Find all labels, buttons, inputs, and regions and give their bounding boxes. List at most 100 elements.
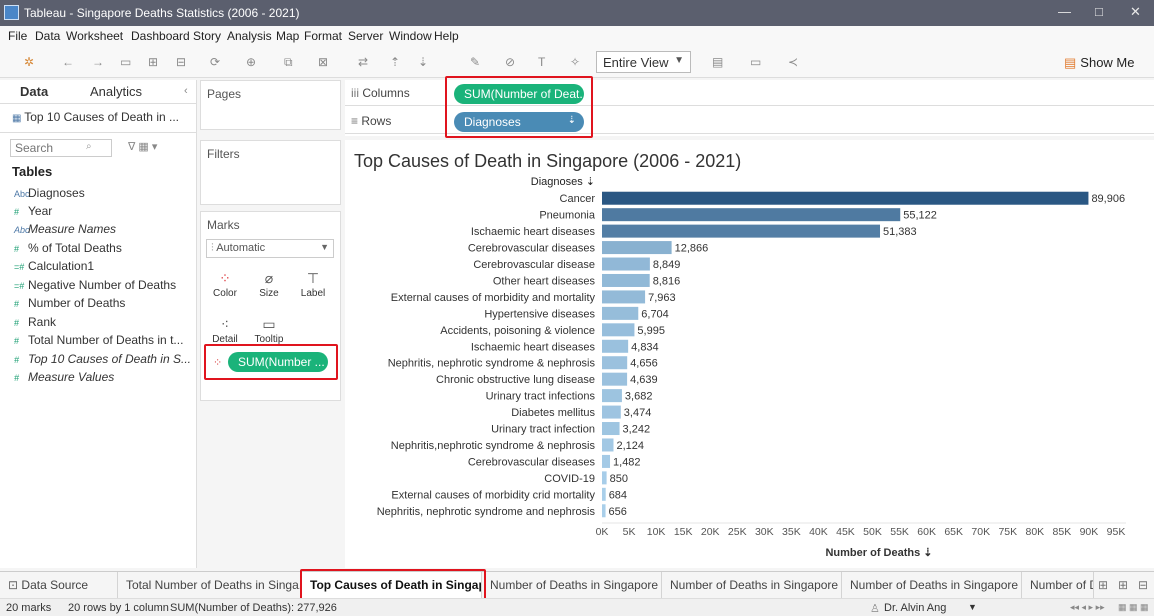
bar[interactable] [602, 487, 606, 501]
field-item[interactable]: AbcMeasure Names [14, 222, 116, 236]
tab-sheet[interactable]: Number of Deaths in Singapore ... [842, 572, 1022, 598]
label-button[interactable]: ⊤ Label [294, 262, 332, 306]
menu-window[interactable]: Window [389, 29, 432, 43]
color-button[interactable]: ⁘ Color [206, 262, 244, 306]
menu-dashboard[interactable]: Dashboard [131, 29, 190, 43]
new-worksheet-icon[interactable]: ⊕ [246, 55, 256, 69]
new-story-icon[interactable]: ⊟ [1138, 578, 1148, 592]
chevron-down-icon[interactable]: ▼ [968, 602, 977, 612]
redo-icon[interactable]: → [92, 55, 104, 69]
field-item[interactable]: # Rank [14, 315, 56, 329]
highlight-box [300, 569, 486, 600]
field-item[interactable]: =# Negative Number of Deaths [14, 278, 176, 292]
highlight-icon[interactable]: ✎ [470, 55, 480, 69]
bar[interactable] [602, 257, 650, 271]
field-item[interactable]: AbcDiagnoses [14, 186, 85, 200]
menu-map[interactable]: Map [276, 29, 299, 43]
sheet-nav-icon[interactable]: ◂◂ ◂ ▸ ▸▸ [1070, 602, 1105, 613]
menu-data[interactable]: Data [35, 29, 60, 43]
menu-story[interactable]: Story [193, 29, 221, 43]
bar[interactable] [602, 471, 607, 485]
field-item[interactable]: # % of Total Deaths [14, 241, 122, 255]
view-mode-icon[interactable]: ▦ ▦ ▦ [1118, 602, 1149, 613]
field-item[interactable]: # Measure Values [14, 370, 114, 384]
tab-sheet[interactable]: Number of De... [1022, 572, 1094, 598]
data-pane-tabs: Data Analytics ‹ [0, 80, 197, 104]
bar[interactable] [602, 405, 621, 419]
bar[interactable] [602, 191, 1089, 205]
data-source-item[interactable]: ▦ Top 10 Causes of Death in ... [12, 110, 179, 124]
undo-icon[interactable]: ← [62, 55, 74, 69]
show-labels-icon[interactable]: T [538, 55, 545, 69]
bar-value-label: 51,383 [883, 226, 917, 238]
menu-server[interactable]: Server [348, 29, 383, 43]
new-data-source-icon[interactable]: ⊞ [148, 55, 158, 69]
tab-sheet[interactable]: Number of Deaths in Singapore ... [482, 572, 662, 598]
bar[interactable] [602, 372, 628, 386]
sort-descending-icon[interactable]: ⇣ [418, 55, 428, 69]
bar[interactable] [602, 323, 635, 337]
maximize-icon[interactable]: □ [1095, 4, 1103, 19]
bar[interactable] [602, 389, 622, 403]
save-icon[interactable]: ▭ [120, 55, 131, 69]
field-item[interactable]: # Top 10 Causes of Death in S... [14, 352, 191, 366]
tab-data[interactable]: Data [20, 84, 48, 99]
new-dashboard-icon[interactable]: ⊞ [1118, 578, 1128, 592]
minimize-icon[interactable]: — [1058, 4, 1071, 19]
duplicate-sheet-icon[interactable]: ⧉ [284, 55, 293, 70]
field-item[interactable]: # Number of Deaths [14, 296, 125, 310]
share-icon[interactable]: ≺ [788, 55, 798, 69]
sort-ascending-icon[interactable]: ⇡ [390, 55, 400, 69]
bar[interactable] [602, 454, 611, 468]
pages-title: Pages [207, 87, 242, 101]
filter-icon[interactable]: ∇ ▦ ▾ [128, 140, 157, 153]
close-icon[interactable]: ✕ [1130, 4, 1141, 20]
field-item[interactable]: =# Calculation1 [14, 259, 94, 273]
status-user[interactable]: Dr. Alvin Ang [884, 602, 946, 614]
menu-analysis[interactable]: Analysis [227, 29, 272, 43]
search-input[interactable] [10, 139, 112, 157]
tableau-app-icon [4, 5, 19, 20]
bar[interactable] [602, 356, 628, 370]
bar[interactable] [602, 273, 650, 287]
bar[interactable] [602, 290, 646, 304]
bar[interactable] [602, 208, 901, 222]
collapse-pane-icon[interactable]: ‹ [184, 85, 188, 97]
search-icon[interactable]: ⌕ [86, 141, 92, 152]
fit-view-dropdown[interactable]: Entire View ▼ [596, 51, 691, 73]
tab-analytics[interactable]: Analytics [90, 84, 142, 99]
menu-file[interactable]: File [8, 29, 27, 43]
mark-type-dropdown[interactable]: ⫶ Automatic ▼ [206, 239, 334, 258]
group-icon[interactable]: ⊘ [505, 55, 515, 69]
new-worksheet-icon[interactable]: ⊞ [1098, 578, 1108, 592]
presentation-icon[interactable]: ▭ [750, 55, 761, 69]
menu-help[interactable]: Help [434, 29, 459, 43]
menu-format[interactable]: Format [304, 29, 342, 43]
tab-sheet[interactable]: Number of Deaths in Singapore ... [662, 572, 842, 598]
bar[interactable] [602, 241, 672, 255]
tab-sheet[interactable]: Total Number of Deaths in Singa... [118, 572, 302, 598]
pause-updates-icon[interactable]: ⊟ [176, 55, 186, 69]
fix-axes-icon[interactable]: ✧ [570, 55, 580, 69]
size-button[interactable]: ⌀ Size [250, 262, 288, 306]
show-cards-icon[interactable]: ▤ [712, 55, 723, 69]
pages-card[interactable]: Pages [200, 80, 341, 130]
show-me-button[interactable]: ▤ Show Me [1064, 55, 1135, 71]
bar[interactable] [602, 224, 881, 238]
field-item[interactable]: # Year [14, 204, 52, 218]
bar[interactable] [602, 422, 620, 436]
tableau-logo-icon[interactable]: ✲ [24, 55, 34, 69]
columns-text: Columns [362, 86, 410, 100]
filters-card[interactable]: Filters [200, 140, 341, 205]
refresh-icon[interactable]: ⟳ [210, 55, 220, 69]
bar[interactable] [602, 504, 606, 518]
swap-icon[interactable]: ⇄ [358, 55, 368, 69]
bar[interactable] [602, 306, 639, 320]
bar[interactable] [602, 438, 614, 452]
field-item[interactable]: # Total Number of Deaths in t... [14, 333, 183, 347]
tab-data-source[interactable]: ⊡ Data Source [0, 572, 118, 598]
clear-sheet-icon[interactable]: ⊠ [318, 55, 328, 69]
bar[interactable] [602, 339, 629, 353]
tables-heading: Tables [12, 164, 53, 179]
menu-worksheet[interactable]: Worksheet [66, 29, 123, 43]
